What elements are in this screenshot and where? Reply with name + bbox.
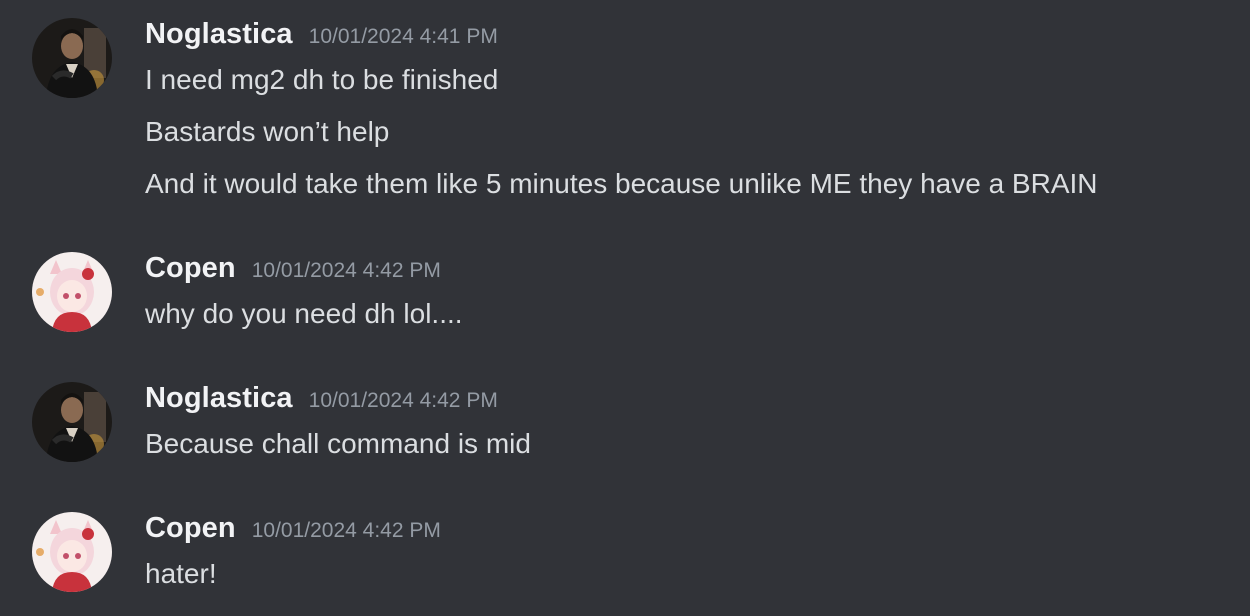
timestamp[interactable]: 10/01/2024 4:42 PM [252,519,441,543]
message-text: And it would take them like 5 minutes be… [145,168,1098,199]
avatar[interactable] [32,382,112,462]
message-header: Copen 10/01/2024 4:42 PM [145,512,441,548]
username[interactable]: Noglastica [145,18,293,51]
message-text: Bastards won’t help [145,116,390,147]
man-in-suit-avatar-icon [32,18,112,98]
username[interactable]: Copen [145,512,236,545]
message-header: Copen 10/01/2024 4:42 PM [145,252,441,288]
username[interactable]: Noglastica [145,382,293,415]
avatar[interactable] [32,512,112,592]
message-header: Noglastica 10/01/2024 4:41 PM [145,18,498,54]
message-text: hater! [145,558,217,589]
username[interactable]: Copen [145,252,236,285]
anime-girl-avatar-icon [32,512,112,592]
timestamp[interactable]: 10/01/2024 4:41 PM [309,25,498,49]
anime-girl-avatar-icon [32,252,112,332]
message-text: Because chall command is mid [145,428,531,459]
message-text: why do you need dh lol.... [145,298,463,329]
avatar[interactable] [32,18,112,98]
timestamp[interactable]: 10/01/2024 4:42 PM [252,259,441,283]
man-in-suit-avatar-icon [32,382,112,462]
message-text: I need mg2 dh to be finished [145,64,499,95]
timestamp[interactable]: 10/01/2024 4:42 PM [309,389,498,413]
avatar[interactable] [32,252,112,332]
message-header: Noglastica 10/01/2024 4:42 PM [145,382,498,418]
